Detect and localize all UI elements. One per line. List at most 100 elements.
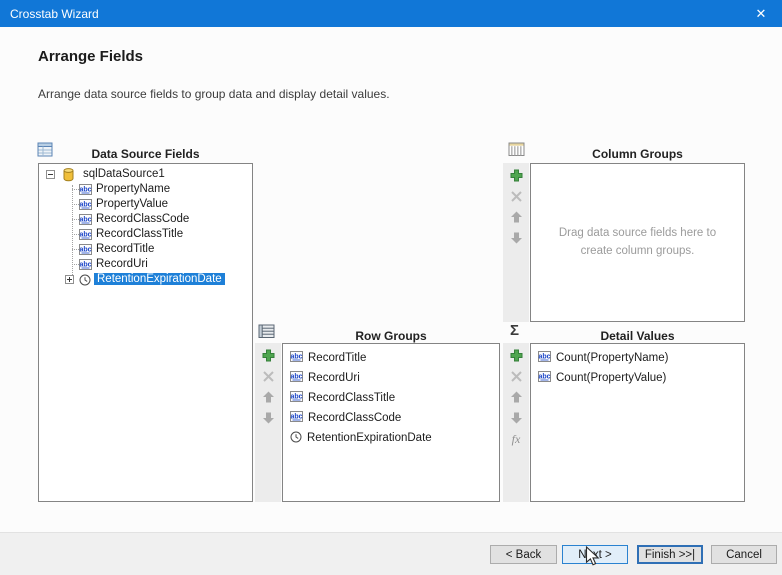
add-icon [509,348,524,363]
row-groups-title: Row Groups [282,329,500,343]
svg-text:abc: abc [290,354,302,361]
string-field-icon: abc [79,184,92,198]
data-source-fields-title: Data Source Fields [38,147,253,161]
remove-button[interactable] [508,188,524,204]
close-button[interactable]: ✕ [740,0,782,27]
string-field-icon: abc [79,244,92,258]
tree-item[interactable]: abc RecordTitle [39,242,252,257]
list-item[interactable]: abc RecordTitle [283,348,499,368]
string-field-icon: abc [79,259,92,273]
tree-item-label: RecordClassTitle [96,228,183,240]
remove-icon [262,370,275,383]
svg-text:abc: abc [79,217,91,224]
expand-expander-icon[interactable] [65,275,74,287]
svg-text:abc: abc [79,187,91,194]
row-groups-list: abc RecordTitle abc RecordUri abc Record… [283,348,499,448]
move-up-button[interactable] [508,209,524,225]
add-icon [509,168,524,183]
add-button[interactable] [260,347,276,363]
tree-item-label: PropertyName [96,183,170,195]
move-down-button[interactable] [508,230,524,246]
svg-text:abc: abc [79,247,91,254]
svg-text:abc: abc [79,202,91,209]
list-item[interactable]: abc Count(PropertyValue) [531,368,744,388]
tree-item-label: RecordTitle [96,243,154,255]
next-button[interactable]: Next > [562,545,628,564]
move-down-button[interactable] [260,410,276,426]
list-item-label: RecordClassTitle [308,392,395,404]
move-down-icon [510,231,523,245]
tree-item[interactable]: abc PropertyName [39,182,252,197]
tree-item-label: RecordUri [96,258,148,270]
summary-options-button[interactable]: fx [508,431,524,447]
add-button[interactable] [508,167,524,183]
list-item-label: RecordClassCode [308,412,401,424]
detail-values-toolbar: fx [503,343,529,502]
tree-item[interactable]: abc RecordUri [39,257,252,272]
detail-values-list: abc Count(PropertyName) abc Count(Proper… [531,348,744,388]
column-groups-toolbar [503,163,529,322]
string-field-icon: abc [79,214,92,228]
row-groups-icon [258,324,276,344]
column-groups-icon [508,142,526,162]
move-down-button[interactable] [508,410,524,426]
tree-item-selected[interactable]: RetentionExpirationDate [39,272,252,287]
detail-values-panel: abc Count(PropertyName) abc Count(Proper… [530,343,745,502]
list-item-label: RecordTitle [308,352,366,364]
list-item[interactable]: abc RecordUri [283,368,499,388]
list-item-label: RecordUri [308,372,360,384]
string-field-icon: abc [538,351,551,365]
svg-text:abc: abc [290,394,302,401]
list-item-label: Count(PropertyValue) [556,372,666,384]
move-down-icon [262,411,275,425]
title-bar: Crosstab Wizard ✕ [0,0,782,27]
column-groups-empty-hint: Drag data source fields here to create c… [531,164,744,321]
remove-icon [510,190,523,203]
finish-button[interactable]: Finish >>| [637,545,703,564]
list-item-label: RetentionExpirationDate [307,432,432,444]
tree-item-label: PropertyValue [96,198,168,210]
page-title: Arrange Fields [38,48,143,65]
list-item[interactable]: abc RecordClassCode [283,408,499,428]
move-down-icon [510,411,523,425]
tree-item-label: RetentionExpirationDate [94,273,225,285]
close-icon: ✕ [756,6,767,22]
string-field-icon: abc [290,351,303,365]
sigma-icon: Σ [510,322,519,339]
tree-item-label: sqlDataSource1 [83,168,165,180]
remove-icon [510,370,523,383]
tree-item[interactable]: abc RecordClassTitle [39,227,252,242]
back-button[interactable]: < Back [490,545,557,564]
data-source-fields-panel: sqlDataSource1 abc PropertyName abc Prop… [38,163,253,502]
cancel-button[interactable]: Cancel [711,545,777,564]
move-up-button[interactable] [260,389,276,405]
detail-values-title: Detail Values [530,329,745,343]
move-up-button[interactable] [508,389,524,405]
list-item[interactable]: RetentionExpirationDate [283,428,499,448]
datetime-field-icon [79,274,91,289]
remove-button[interactable] [260,368,276,384]
tree-item-root[interactable]: sqlDataSource1 [39,167,252,182]
row-groups-panel: abc RecordTitle abc RecordUri abc Record… [282,343,500,502]
remove-button[interactable] [508,368,524,384]
svg-text:abc: abc [79,262,91,269]
svg-text:abc: abc [290,414,302,421]
svg-text:abc: abc [538,374,550,381]
summary-options-icon: fx [512,432,521,447]
list-item[interactable]: abc RecordClassTitle [283,388,499,408]
window-title: Crosstab Wizard [0,7,99,21]
move-up-icon [262,390,275,404]
string-field-icon: abc [290,371,303,385]
svg-text:abc: abc [538,354,550,361]
string-field-icon: abc [538,371,551,385]
row-groups-toolbar [255,343,281,502]
page-subtitle: Arrange data source fields to group data… [38,87,390,101]
string-field-icon: abc [290,391,303,405]
tree-item[interactable]: abc PropertyValue [39,197,252,212]
string-field-icon: abc [79,199,92,213]
column-groups-panel[interactable]: Drag data source fields here to create c… [530,163,745,322]
add-button[interactable] [508,347,524,363]
collapse-expander-icon[interactable] [46,170,55,182]
list-item[interactable]: abc Count(PropertyName) [531,348,744,368]
tree-item[interactable]: abc RecordClassCode [39,212,252,227]
